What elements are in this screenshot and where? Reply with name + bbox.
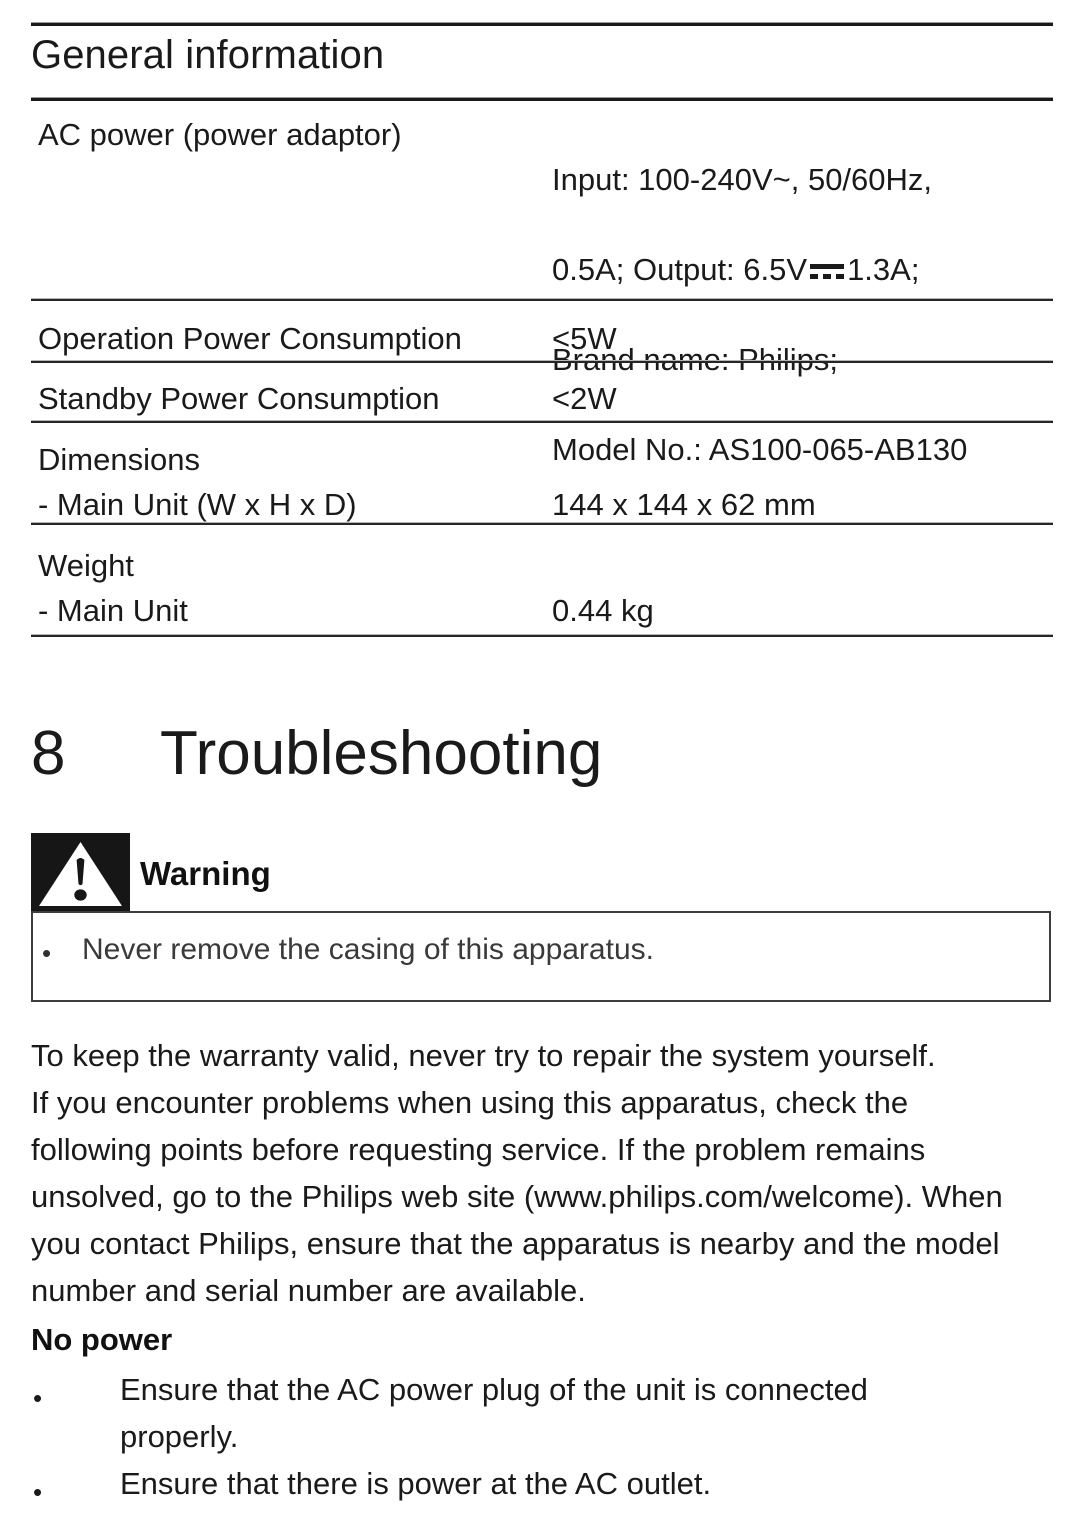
spec-value: 0.44 kg — [552, 593, 654, 628]
paragraph-line: unsolved, go to the Philips web site (ww… — [31, 1179, 1003, 1214]
paragraph-line: To keep the warranty valid, never try to… — [31, 1038, 936, 1073]
spec-value: 144 x 144 x 62 mm — [552, 487, 816, 522]
chapter-title: Troubleshooting — [160, 719, 603, 788]
list-bullet-glyph: • — [33, 1477, 43, 1507]
chapter-number: 8 — [31, 719, 66, 788]
spec-value: <2W — [552, 381, 617, 416]
table-rule — [31, 298, 1053, 301]
list-bullet-glyph: • — [33, 1383, 43, 1413]
list-item: Ensure that the AC power plug of the uni… — [120, 1372, 868, 1454]
document-page: General information AC power (power adap… — [0, 0, 1080, 1532]
dc-current-icon — [810, 260, 845, 282]
spec-value-line: Input: 100-240V~, 50/60Hz, — [552, 162, 933, 197]
page-title: General information — [31, 33, 385, 77]
troubleshooting-intro-paragraph: To keep the warranty valid, never try to… — [31, 1032, 1053, 1314]
paragraph-line: following points before requesting servi… — [31, 1132, 926, 1167]
spec-label: Weight - Main Unit — [38, 548, 188, 628]
subsection-heading-no-power: No power — [31, 1322, 173, 1357]
warning-triangle-icon — [31, 833, 130, 913]
spec-value-line: 1.3A; — [847, 252, 920, 287]
table-rule-top — [31, 22, 1053, 26]
table-rule — [31, 420, 1053, 423]
warning-item: Never remove the casing of this apparatu… — [82, 933, 654, 966]
table-rule — [31, 522, 1053, 525]
spec-label: Dimensions - Main Unit (W x H x D) — [38, 442, 357, 522]
chapter-heading: 8 Troubleshooting — [31, 718, 602, 789]
spec-value: <5W — [552, 321, 617, 356]
spec-value-line: Model No.: AS100-065-AB130 — [552, 432, 968, 467]
warning-label: Warning — [140, 855, 271, 892]
spec-label: Operation Power Consumption — [38, 321, 462, 356]
table-rule-header — [31, 97, 1053, 101]
spec-label: Standby Power Consumption — [38, 381, 440, 416]
paragraph-line: number and serial number are available. — [31, 1273, 586, 1308]
paragraph-line: If you encounter problems when using thi… — [31, 1085, 909, 1120]
list-item: Ensure that there is power at the AC out… — [120, 1466, 712, 1501]
table-rule-bottom — [31, 634, 1053, 637]
warning-bullet-glyph: • — [42, 938, 52, 968]
spec-label: AC power (power adaptor) — [38, 117, 402, 152]
table-rule — [31, 360, 1053, 363]
paragraph-line: you contact Philips, ensure that the app… — [31, 1226, 1000, 1261]
spec-value-line: 0.5A; Output: 6.5V — [552, 252, 808, 287]
